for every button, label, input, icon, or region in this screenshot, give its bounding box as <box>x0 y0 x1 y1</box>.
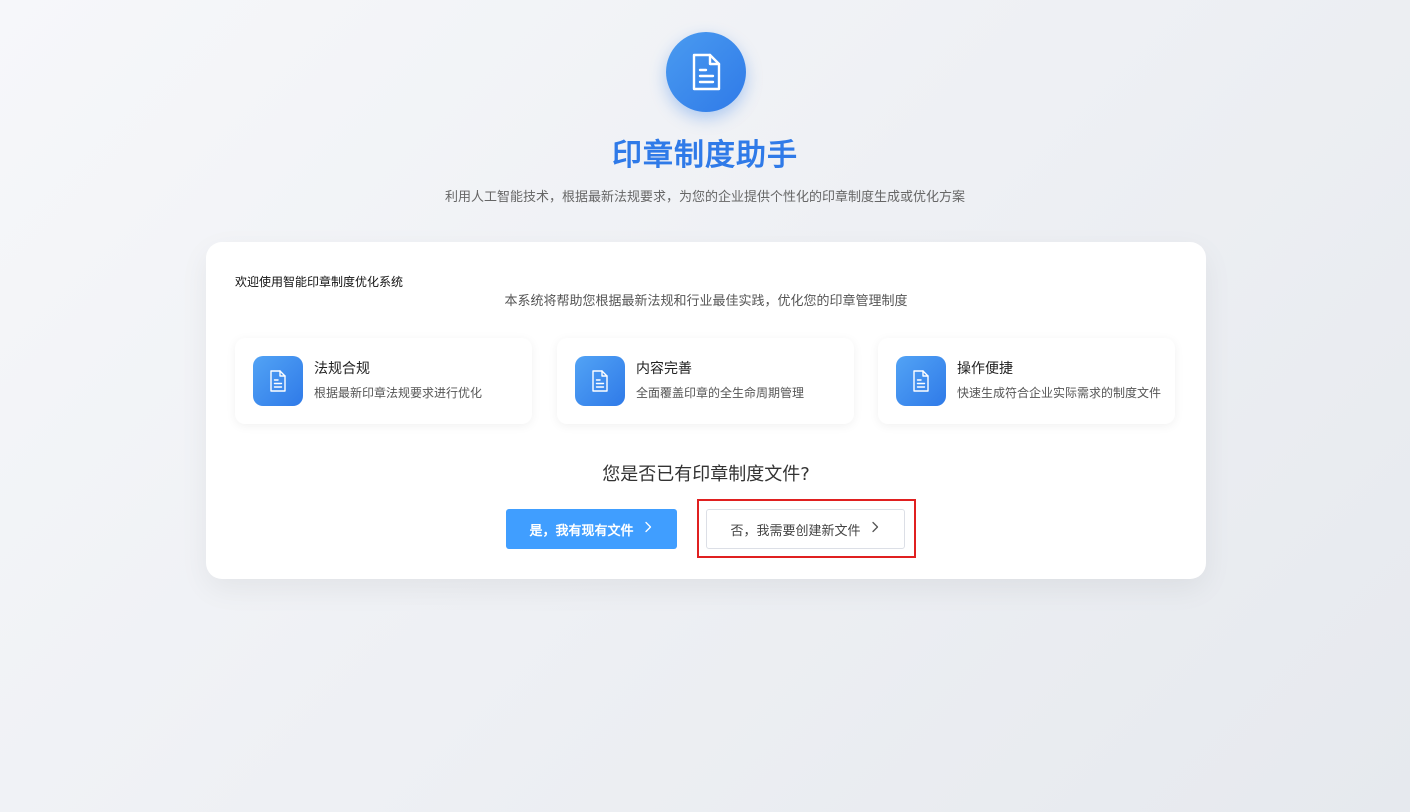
document-icon <box>575 356 625 406</box>
feature-description: 全面覆盖印章的全生命周期管理 <box>636 386 805 400</box>
feature-title: 操作便捷 <box>957 361 1013 377</box>
page-subtitle: 利用人工智能技术，根据最新法规要求，为您的企业提供个性化的印章制度生成或优化方案 <box>444 190 965 205</box>
question-text: 您是否已有印章制度文件? <box>602 464 810 485</box>
welcome-description: 本系统将帮助您根据最新法规和行业最佳实践，优化您的印章管理制度 <box>504 294 908 309</box>
feature-card-content: 内容完善 全面覆盖印章的全生命周期管理 <box>557 338 854 424</box>
feature-description: 快速生成符合企业实际需求的制度文件 <box>957 386 1162 400</box>
feature-card-convenience: 操作便捷 快速生成符合企业实际需求的制度文件 <box>878 338 1175 424</box>
welcome-title: 欢迎使用智能印章制度优化系统 <box>235 275 404 289</box>
feature-description: 根据最新印章法规要求进行优化 <box>314 386 483 400</box>
no-button-label: 否，我需要创建新文件 <box>730 523 861 539</box>
document-icon <box>253 356 303 406</box>
feature-card-compliance: 法规合规 根据最新印章法规要求进行优化 <box>235 338 532 424</box>
no-create-file-button[interactable]: 否，我需要创建新文件 <box>706 509 905 549</box>
yes-button-label: 是，我有现有文件 <box>529 523 634 539</box>
chevron-right-icon <box>869 521 881 537</box>
hero-document-icon <box>666 32 746 112</box>
feature-title: 法规合规 <box>314 361 370 377</box>
page-title: 印章制度助手 <box>612 138 798 173</box>
document-icon <box>896 356 946 406</box>
chevron-right-icon <box>642 521 654 537</box>
yes-existing-file-button[interactable]: 是，我有现有文件 <box>506 509 677 549</box>
main-card: 欢迎使用智能印章制度优化系统 本系统将帮助您根据最新法规和行业最佳实践，优化您的… <box>206 242 1206 579</box>
feature-title: 内容完善 <box>636 361 692 377</box>
